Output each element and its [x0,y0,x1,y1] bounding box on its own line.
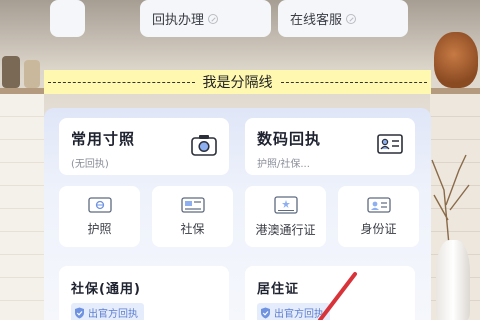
card-label: 港澳通行证 [255,222,316,237]
shield-check-icon [261,307,270,318]
white-vase [436,240,470,320]
receipt-service-button[interactable]: 回执办理 [140,0,271,37]
id-card-icon [366,196,391,213]
card-subtitle: (无回执) [71,159,109,170]
passport-icon [87,196,112,213]
brick-wall-left [0,94,44,320]
official-receipt-badge: 出官方回执 [257,303,330,320]
dash-line-left [48,81,195,83]
card-subtitle: 护照/社保... [257,159,310,170]
circle-slash-icon [208,13,219,24]
camera-icon [191,135,217,156]
circle-slash-icon [346,13,357,24]
dash-line-right [280,81,427,83]
hk-macau-permit-card[interactable]: 港澳通行证 [245,186,326,247]
jar [24,60,40,88]
id-card-icon [377,134,403,154]
online-service-button[interactable]: 在线客服 [278,0,408,37]
digital-receipt-card[interactable]: 数码回执 护照/社保... [245,118,415,175]
id-card-card[interactable]: 身份证 [338,186,419,247]
passport-card[interactable]: 护照 [59,186,140,247]
card-title: 居住证 [257,282,300,297]
dried-branches [431,154,470,245]
clay-pot [434,32,478,88]
card-label: 身份证 [360,221,397,236]
badge-text: 出官方回执 [274,309,324,320]
card-label: 护照 [87,221,112,236]
card-label: 社保 [180,221,205,236]
social-security-card[interactable]: 社保 [152,186,233,247]
residence-permit-card[interactable]: 居住证 出官方回执 [245,266,415,320]
top-card-left [50,0,85,37]
common-photo-card[interactable]: 常用寸照 (无回执) [59,118,229,175]
badge-text: 出官方回执 [88,309,138,320]
social-security-card-icon [180,196,205,213]
divider-banner: 我是分隔线 [44,70,431,94]
social-security-general-card[interactable]: 社保(通用) 出官方回执 [59,266,229,320]
travel-permit-icon [273,195,298,214]
jar [2,56,20,88]
divider-text: 我是分隔线 [202,75,273,91]
receipt-service-label: 回执办理 [152,13,205,28]
card-title: 社保(通用) [71,282,141,297]
online-service-label: 在线客服 [290,13,343,28]
official-receipt-badge: 出官方回执 [71,303,144,320]
shield-check-icon [75,307,84,318]
